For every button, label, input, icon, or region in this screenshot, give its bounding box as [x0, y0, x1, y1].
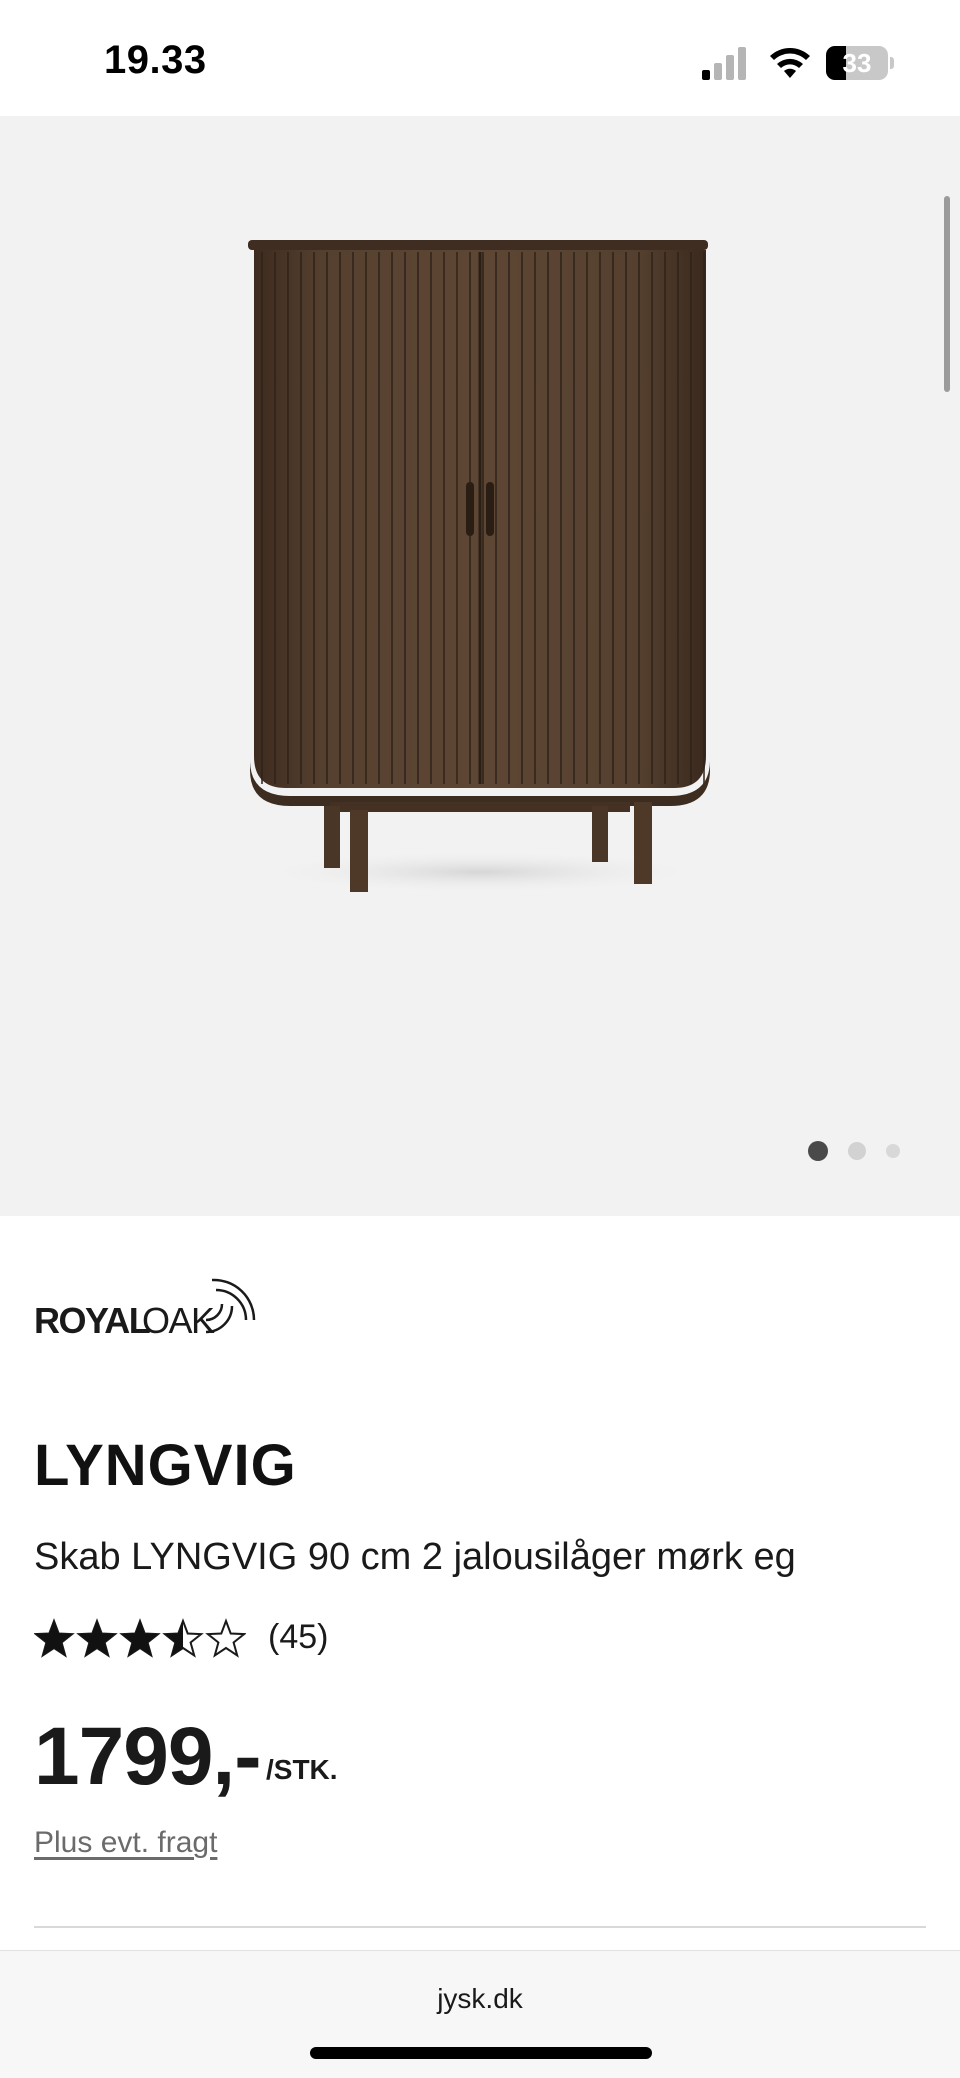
cellular-signal-icon — [702, 47, 746, 80]
star-icon-5 — [205, 1618, 246, 1658]
price-value: 1799,- — [34, 1711, 262, 1802]
gallery-pagination[interactable] — [800, 1134, 910, 1164]
star-fill-3 — [121, 1621, 159, 1656]
home-indicator[interactable] — [310, 2047, 652, 2059]
star-fill-1 — [35, 1621, 73, 1656]
brand-arcs-icon — [205, 1278, 256, 1334]
battery-level: 33 — [842, 48, 872, 78]
gallery-dot-2[interactable] — [848, 1142, 866, 1160]
brand-logo-royal: ROYAL — [34, 1300, 151, 1341]
wifi-icon — [770, 48, 810, 78]
star-fill-2 — [78, 1621, 116, 1656]
product-image-gallery[interactable] — [0, 116, 960, 1216]
brand-logo[interactable]: ROYAL OAK — [34, 1270, 264, 1341]
battery-icon: 33 — [826, 46, 894, 80]
browser-address-bar[interactable]: jysk.dk — [0, 1950, 960, 2078]
status-time: 19.33 — [104, 38, 207, 82]
rating-stars — [34, 1618, 246, 1658]
product-subtitle: Skab LYNGVIG 90 cm 2 jalousilåger mørk e… — [34, 1536, 796, 1578]
product-title: LYNGVIG — [34, 1433, 297, 1498]
status-bar: 19.33 33 — [0, 0, 960, 116]
gallery-dot-1[interactable] — [808, 1141, 828, 1161]
gallery-dot-3[interactable] — [886, 1144, 900, 1158]
product-price: 1799,- /STK. — [34, 1710, 634, 1802]
browser-url[interactable]: jysk.dk — [0, 1983, 960, 2015]
rating-count[interactable]: (45) — [268, 1618, 328, 1657]
product-image[interactable] — [240, 236, 720, 896]
divider — [34, 1926, 926, 1928]
shipping-info-link[interactable]: Plus evt. fragt — [34, 1826, 217, 1860]
price-unit: /STK. — [266, 1754, 338, 1785]
product-rating[interactable]: (45) — [34, 1616, 434, 1666]
image-scroll-indicator — [944, 196, 950, 392]
